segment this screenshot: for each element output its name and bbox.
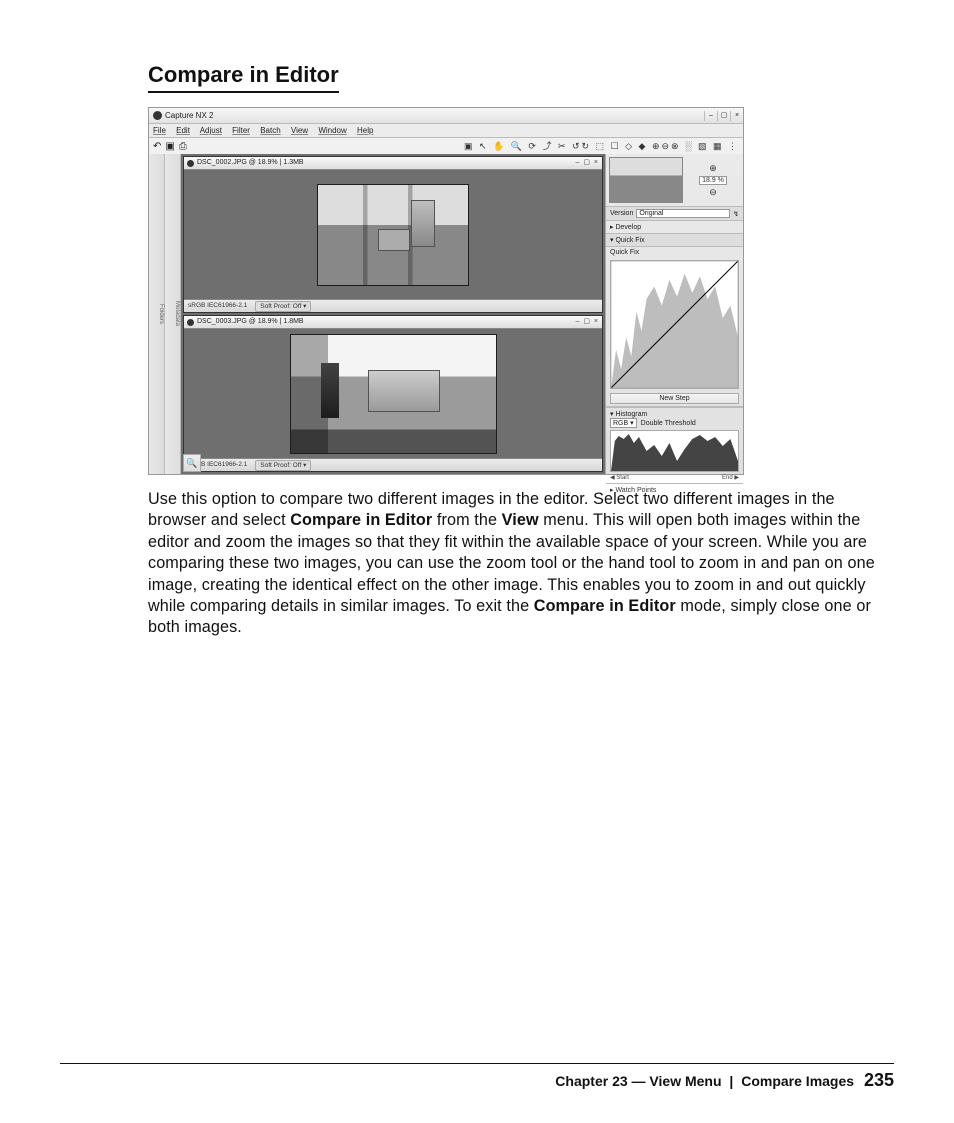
menu-batch[interactable]: Batch xyxy=(260,126,280,135)
left-tab-metadata[interactable]: Metadata xyxy=(165,154,181,474)
close-icon[interactable]: × xyxy=(730,111,743,121)
histogram-graph[interactable] xyxy=(610,430,739,472)
curves-panel[interactable] xyxy=(610,260,739,389)
image2-canvas[interactable] xyxy=(184,329,602,458)
develop-section[interactable]: ▸ Develop xyxy=(606,220,743,233)
app-logo-icon xyxy=(153,111,162,120)
image1-window-controls[interactable]: – ▢ × xyxy=(576,157,599,169)
menu-filter[interactable]: Filter xyxy=(232,126,250,135)
image2-titlebar[interactable]: DSC_0003.JPG @ 18.9% | 1.8MB – ▢ × xyxy=(184,316,602,329)
menu-window[interactable]: Window xyxy=(318,126,346,135)
print-icon[interactable]: ⎙ xyxy=(179,138,187,155)
curves-graph xyxy=(611,261,738,388)
doc-icon xyxy=(187,160,194,167)
image1-softproof[interactable]: Soft Proof: Off ▾ xyxy=(255,301,311,312)
app-title: Capture NX 2 xyxy=(165,108,213,123)
zoom-value[interactable]: 18.9 % xyxy=(699,176,727,185)
body-paragraph: Use this option to compare two different… xyxy=(148,489,894,639)
left-tab-folders[interactable]: Folders xyxy=(149,154,165,474)
image2-statusbar: sRGB IEC61966-2.1 Soft Proof: Off ▾ xyxy=(184,458,602,471)
page-footer: Chapter 23 — View Menu | Compare Images … xyxy=(60,1063,894,1091)
editor-area: DSC_0002.JPG @ 18.9% | 1.3MB – ▢ × sRGB … xyxy=(181,154,605,474)
image2-softproof[interactable]: Soft Proof: Off ▾ xyxy=(255,460,311,471)
watch-points-section[interactable]: ▸ Watch Points xyxy=(606,483,743,496)
image-window-2: DSC_0003.JPG @ 18.9% | 1.8MB – ▢ × sRGB … xyxy=(183,315,603,472)
image2-window-controls[interactable]: – ▢ × xyxy=(576,316,599,328)
menu-file[interactable]: File xyxy=(153,126,166,135)
maximize-icon[interactable]: ▢ xyxy=(717,111,730,121)
version-label: Version xyxy=(610,210,633,217)
app-screenshot: Capture NX 2 – ▢ × File Edit Adjust Filt… xyxy=(148,107,744,475)
image1-titlebar[interactable]: DSC_0002.JPG @ 18.9% | 1.3MB – ▢ × xyxy=(184,157,602,170)
footer-separator: | xyxy=(729,1073,733,1089)
menu-view[interactable]: View xyxy=(291,126,308,135)
zoom-corner-icon[interactable]: 🔍 xyxy=(183,454,201,472)
image1-statusbar: sRGB IEC61966-2.1 Soft Proof: Off ▾ xyxy=(184,299,602,312)
histogram-title[interactable]: ▾ Histogram xyxy=(610,410,739,418)
toolbar-right[interactable]: ▣ ↖ ✋ 🔍 ⟳ ⤴ ✂ ↺↻ ⬚ ☐ ◇ ◆ ⊕⊖⊗ ░ ▧ ▦ ⋮ xyxy=(464,138,739,155)
histogram-channel-select[interactable]: RGB ▾ xyxy=(610,418,637,428)
save-icon[interactable]: ▣ xyxy=(165,138,174,155)
image1-profile: sRGB IEC61966-2.1 xyxy=(188,300,247,312)
open-icon[interactable]: ↶ xyxy=(153,138,161,155)
image2-photo xyxy=(290,334,497,454)
doc-icon xyxy=(187,319,194,326)
zoom-control[interactable]: ⊕ 18.9 % ⊖ xyxy=(686,157,740,203)
new-step-button[interactable]: New Step xyxy=(610,393,739,404)
image1-title: DSC_0002.JPG @ 18.9% | 1.3MB xyxy=(197,157,304,169)
image2-title: DSC_0003.JPG @ 18.9% | 1.8MB xyxy=(197,316,304,328)
histogram-panel: ▾ Histogram RGB ▾ Double Threshold ◀ Sta… xyxy=(606,406,743,483)
birds-eye-thumb[interactable] xyxy=(609,157,683,203)
version-row[interactable]: Version Original ↯ xyxy=(606,206,743,220)
minimize-icon[interactable]: – xyxy=(704,111,717,121)
image1-canvas[interactable] xyxy=(184,170,602,299)
footer-section: Compare Images xyxy=(741,1073,854,1089)
section-heading: Compare in Editor xyxy=(148,62,339,93)
zoom-out-icon[interactable]: ⊖ xyxy=(709,187,717,198)
version-select[interactable]: Original xyxy=(636,209,730,218)
window-controls[interactable]: – ▢ × xyxy=(704,111,743,121)
menu-help[interactable]: Help xyxy=(357,126,373,135)
apply-icon[interactable]: ↯ xyxy=(733,210,739,218)
image-window-1: DSC_0002.JPG @ 18.9% | 1.3MB – ▢ × sRGB … xyxy=(183,156,603,313)
histogram-slider[interactable]: ◀ Start End ▶ xyxy=(610,474,739,481)
menu-bar[interactable]: File Edit Adjust Filter Batch View Windo… xyxy=(149,124,743,138)
footer-chapter: Chapter 23 — View Menu xyxy=(555,1073,721,1089)
toolbar-left[interactable]: ↶ ▣ ⎙ xyxy=(153,138,187,155)
birds-eye-panel: ⊕ 18.9 % ⊖ xyxy=(609,157,740,203)
menu-adjust[interactable]: Adjust xyxy=(200,126,222,135)
page-number: 235 xyxy=(864,1070,894,1090)
menu-edit[interactable]: Edit xyxy=(176,126,190,135)
double-threshold-label[interactable]: Double Threshold xyxy=(641,420,696,427)
image1-photo xyxy=(317,184,469,286)
zoom-in-icon[interactable]: ⊕ xyxy=(709,163,717,174)
window-titlebar: Capture NX 2 – ▢ × xyxy=(149,108,743,124)
quickfix-header[interactable]: ▾ Quick Fix xyxy=(606,233,743,246)
right-panel: ⊕ 18.9 % ⊖ Version Original ↯ ▸ Develop … xyxy=(605,154,743,474)
workspace: Folders Metadata DSC_0002.JPG @ 18.9% | … xyxy=(149,154,743,474)
quickfix-sub: Quick Fix xyxy=(606,246,743,258)
